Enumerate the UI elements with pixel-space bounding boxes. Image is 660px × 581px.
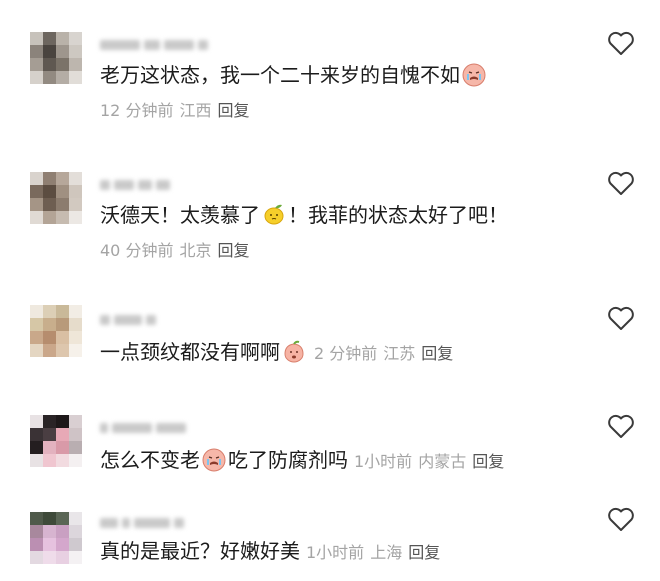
crying-face-icon	[462, 63, 486, 87]
reply-button[interactable]: 回复	[217, 241, 249, 260]
comment-location: 江苏	[383, 344, 416, 363]
avatar[interactable]	[30, 512, 82, 564]
comment-meta: 2 分钟前 江苏 回复	[314, 344, 459, 363]
comment-text: 一点颈纹都没有啊啊 2 分钟前 江苏 回复	[100, 339, 459, 365]
comment-meta: 1小时前 上海 回复	[306, 543, 446, 562]
comment-meta: 1小时前 内蒙古 回复	[354, 452, 510, 471]
reply-button[interactable]: 回复	[217, 101, 249, 120]
comment-text: 真的是最近？好嫩好美 1小时前 上海 回复	[100, 538, 446, 564]
like-heart-icon[interactable]	[607, 506, 635, 532]
avatar[interactable]	[30, 32, 82, 84]
reply-button[interactable]: 回复	[472, 452, 504, 471]
username[interactable]	[100, 178, 240, 192]
comment-time: 2 分钟前	[314, 344, 378, 363]
avatar[interactable]	[30, 172, 82, 224]
reply-button[interactable]: 回复	[408, 543, 440, 562]
comment-location: 上海	[370, 543, 403, 562]
username[interactable]	[100, 516, 240, 530]
peach-face-icon	[284, 340, 304, 363]
comment-text: 沃德天！太羡慕了 ！我菲的状态太好了吧！	[100, 203, 508, 227]
like-heart-icon[interactable]	[607, 305, 635, 331]
comment-time: 1小时前	[354, 452, 413, 471]
crying-face-icon	[202, 448, 226, 472]
username[interactable]	[100, 313, 240, 327]
comment-time: 40 分钟前	[100, 241, 174, 260]
comment-text: 怎么不变老 吃了防腐剂吗 1小时前 内蒙古 回复	[100, 447, 510, 473]
username[interactable]	[100, 421, 240, 435]
like-heart-icon[interactable]	[607, 170, 635, 196]
username[interactable]	[100, 38, 240, 52]
comment-location: 北京	[179, 241, 212, 260]
avatar[interactable]	[30, 415, 82, 467]
like-heart-icon[interactable]	[607, 30, 635, 56]
avatar[interactable]	[30, 305, 82, 357]
comment-time: 1小时前	[306, 543, 365, 562]
comment-meta: 40 分钟前 北京 回复	[100, 240, 255, 262]
comment-location: 江西	[179, 101, 212, 120]
reply-button[interactable]: 回复	[421, 344, 453, 363]
comment-meta: 12 分钟前 江西 回复	[100, 100, 255, 122]
comment-text: 老万这状态，我一个二十来岁的自愧不如	[100, 62, 488, 88]
like-heart-icon[interactable]	[607, 413, 635, 439]
lemon-icon	[264, 204, 284, 225]
comment-time: 12 分钟前	[100, 101, 174, 120]
comment-location: 内蒙古	[418, 452, 467, 471]
